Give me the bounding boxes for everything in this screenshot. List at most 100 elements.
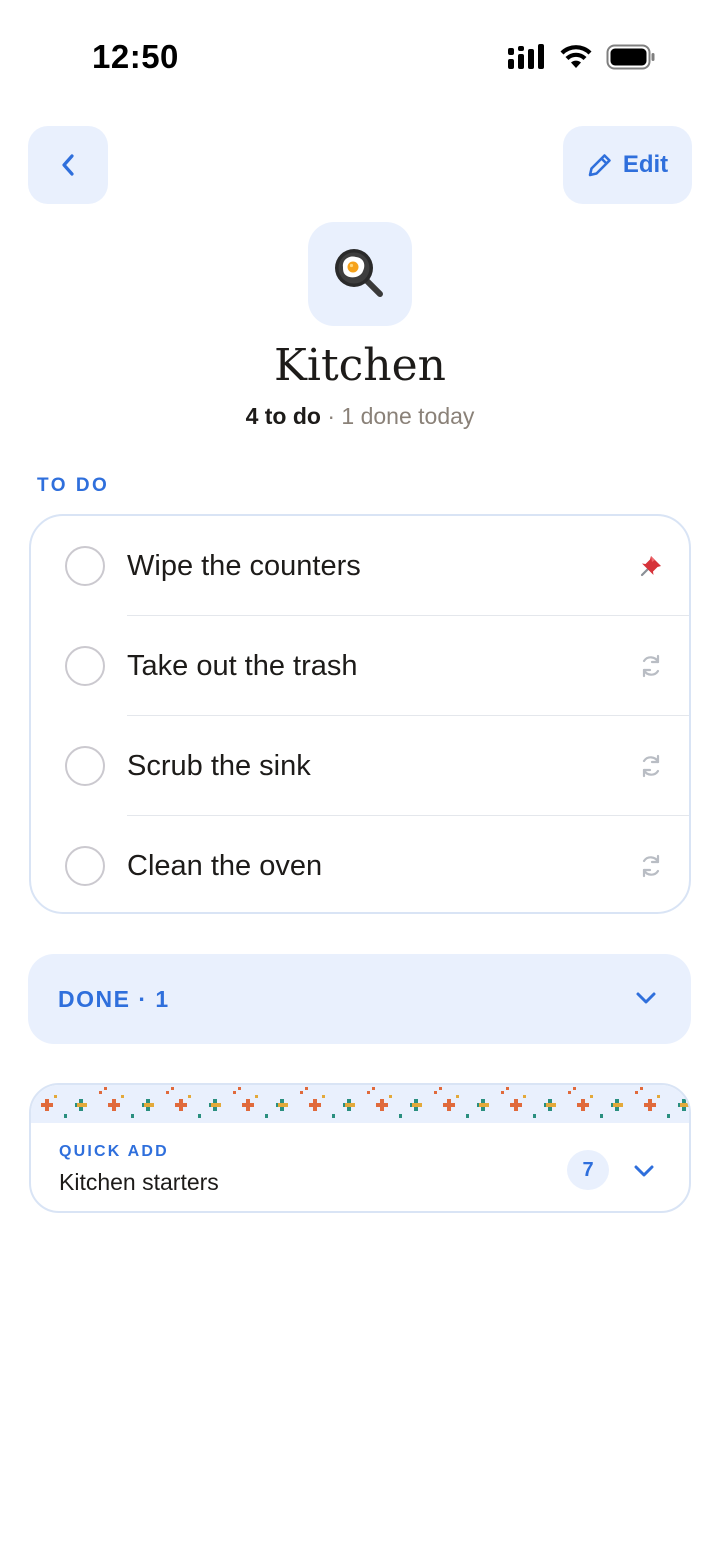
pattern-pixel xyxy=(380,1099,384,1103)
pattern-pixel xyxy=(171,1087,174,1090)
pattern-pixel xyxy=(466,1114,469,1118)
pattern-pixel xyxy=(481,1107,485,1111)
task-label: Clean the oven xyxy=(127,850,323,882)
pattern-pixel xyxy=(568,1091,571,1094)
pattern-pixel xyxy=(278,1103,288,1107)
pattern-pixel xyxy=(648,1107,652,1111)
pattern-pixel xyxy=(79,1099,83,1103)
pattern-pixel xyxy=(533,1114,536,1118)
pattern-pixel xyxy=(64,1114,67,1118)
pattern-pixel xyxy=(280,1099,284,1103)
back-button[interactable] xyxy=(28,126,108,204)
pattern-pixel xyxy=(479,1103,489,1107)
pattern-pixel xyxy=(347,1099,351,1103)
pattern-pixel xyxy=(211,1103,221,1107)
pattern-pixel xyxy=(198,1114,201,1118)
quick-add-card[interactable]: QUICK ADD Kitchen starters 7 xyxy=(29,1083,691,1213)
pattern-pixel xyxy=(305,1087,308,1090)
quick-add-count-badge: 7 xyxy=(567,1150,609,1190)
pattern-pixel xyxy=(523,1095,526,1098)
pattern-pixel xyxy=(590,1095,593,1098)
pattern-pixel xyxy=(77,1103,87,1107)
pattern-pixel xyxy=(179,1099,183,1103)
pattern-pixel xyxy=(657,1095,660,1098)
pattern-pixel xyxy=(45,1099,49,1103)
pattern-pixel xyxy=(300,1091,303,1094)
edit-button[interactable]: Edit xyxy=(563,126,692,204)
pattern-pixel xyxy=(548,1107,552,1111)
task-row[interactable]: Clean the oven xyxy=(31,816,689,912)
done-section-toggle[interactable]: DONE · 1 xyxy=(28,954,691,1044)
pattern-pixel xyxy=(573,1087,576,1090)
pattern-pixel xyxy=(246,1099,250,1103)
task-label: Scrub the sink xyxy=(127,750,311,782)
pattern-pixel xyxy=(54,1095,57,1098)
pattern-pixel xyxy=(242,1103,254,1107)
chevron-down-icon xyxy=(634,1165,654,1177)
pattern-pixel xyxy=(613,1103,623,1107)
pattern-pixel xyxy=(265,1114,268,1118)
pin-icon[interactable] xyxy=(637,552,665,580)
pattern-pixel xyxy=(146,1099,150,1103)
pattern-pixel xyxy=(347,1107,351,1111)
pattern-pixel xyxy=(414,1107,418,1111)
pattern-pixel xyxy=(332,1114,335,1118)
pattern-pixel xyxy=(615,1099,619,1103)
pattern-pixel xyxy=(648,1099,652,1103)
todo-section-label: TO DO xyxy=(37,475,110,496)
pattern-pixel xyxy=(447,1099,451,1103)
pattern-pixel xyxy=(146,1107,150,1111)
pattern-pixel xyxy=(213,1107,217,1111)
pattern-pixel xyxy=(635,1091,638,1094)
wifi-icon xyxy=(560,45,592,68)
pattern-pixel xyxy=(104,1087,107,1090)
pattern-pixel xyxy=(389,1095,392,1098)
task-checkbox[interactable] xyxy=(65,646,105,686)
repeat-icon-svg xyxy=(642,854,660,878)
chevron-left-icon xyxy=(62,154,74,176)
task-checkbox[interactable] xyxy=(65,546,105,586)
pattern-pixel xyxy=(644,1103,656,1107)
pattern-pixel xyxy=(175,1103,187,1107)
pattern-pixel xyxy=(313,1107,317,1111)
task-row[interactable]: Scrub the sink xyxy=(31,716,689,816)
pattern-pixel xyxy=(376,1103,388,1107)
pattern-pixel xyxy=(313,1099,317,1103)
repeat-icon-svg xyxy=(642,754,660,778)
pattern-pixel xyxy=(322,1095,325,1098)
pattern-pixel xyxy=(577,1103,589,1107)
summary-separator: · xyxy=(320,403,342,429)
pattern-pixel xyxy=(447,1107,451,1111)
pattern-pixel xyxy=(345,1103,355,1107)
task-row[interactable]: Wipe the counters xyxy=(31,516,689,616)
pattern-pixel xyxy=(188,1095,191,1098)
pattern-pixel xyxy=(412,1103,422,1107)
done-section-label: DONE · 1 xyxy=(58,986,170,1012)
pattern-pixel xyxy=(108,1103,120,1107)
pattern-pixel xyxy=(414,1099,418,1103)
pattern-pixel xyxy=(238,1087,241,1090)
task-checkbox[interactable] xyxy=(65,746,105,786)
repeat-icon xyxy=(637,752,665,780)
decorative-pattern xyxy=(31,1085,689,1123)
pattern-pixel xyxy=(506,1087,509,1090)
task-checkbox[interactable] xyxy=(65,846,105,886)
pattern-pixel xyxy=(546,1103,556,1107)
pattern-pixel xyxy=(600,1114,603,1118)
pattern-pixel xyxy=(501,1091,504,1094)
pattern-pixel xyxy=(581,1107,585,1111)
pattern-pixel xyxy=(456,1095,459,1098)
quick-add-label: QUICK ADD xyxy=(59,1143,169,1160)
pattern-pixel xyxy=(443,1103,455,1107)
frying-pan-egg-icon xyxy=(335,249,383,297)
room-icon xyxy=(308,222,412,326)
pattern-pixel xyxy=(667,1114,670,1118)
repeat-icon-svg xyxy=(642,654,660,678)
status-bar: 12:50 xyxy=(0,0,720,110)
repeat-icon xyxy=(637,852,665,880)
pattern-svg xyxy=(41,1087,689,1118)
task-row[interactable]: Take out the trash xyxy=(31,616,689,716)
pattern-pixel xyxy=(166,1091,169,1094)
pattern-pixel xyxy=(213,1099,217,1103)
cellular-signal-icon xyxy=(508,44,544,69)
